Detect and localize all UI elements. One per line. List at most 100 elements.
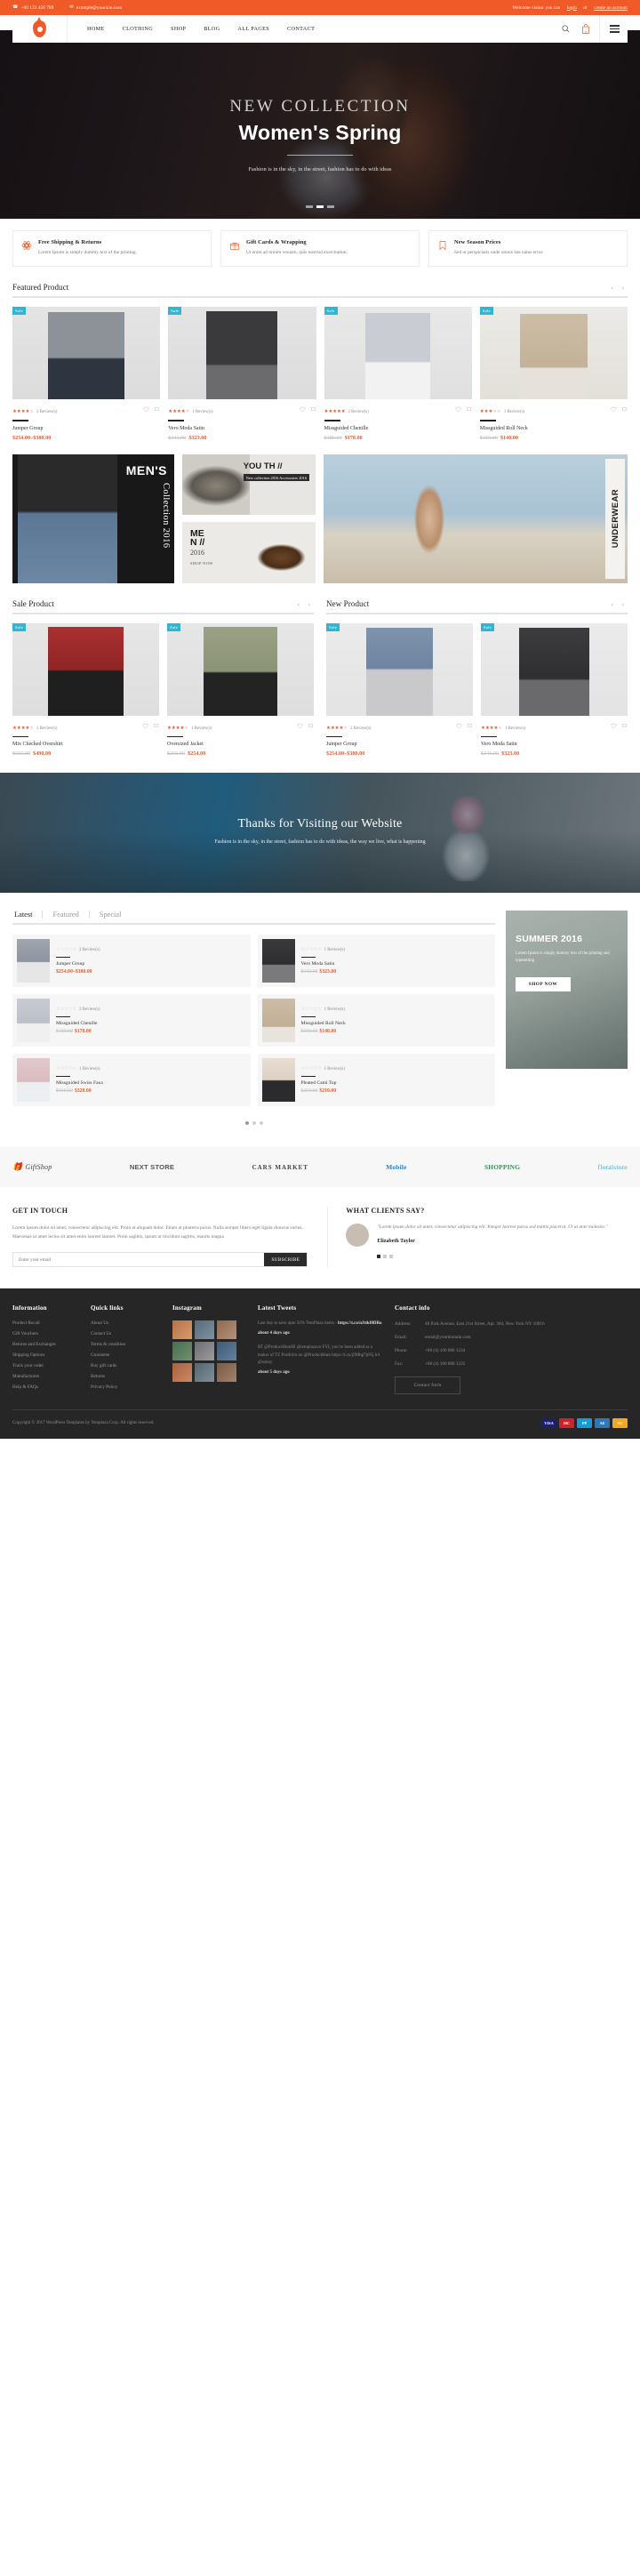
instagram-thumb[interactable] — [172, 1342, 192, 1361]
list-item[interactable]: ☆☆☆☆☆ 1 Review(s) Pleated Cami Top $250.0… — [257, 1054, 495, 1107]
footer-link[interactable]: Manufacturers — [12, 1374, 78, 1379]
list-item-name[interactable]: Pleated Cami Top — [301, 1080, 492, 1086]
promo-underwear-banner[interactable]: UNDERWEAR — [324, 453, 628, 583]
nav-item-all-pages[interactable]: ALL PAGES — [238, 26, 270, 32]
tab-latest[interactable]: Latest — [12, 911, 44, 919]
tweet-link[interactable]: https://t.co/nJttkf0DRo — [338, 1321, 382, 1326]
product-name[interactable]: Missguided Chenille — [324, 426, 472, 431]
product-name[interactable]: Oversized Jacket — [167, 742, 314, 747]
product-name[interactable]: Missguided Roll Neck — [480, 426, 628, 431]
instagram-thumb[interactable] — [195, 1320, 214, 1340]
wishlist-heart-icon[interactable] — [611, 721, 617, 732]
footer-link[interactable]: Returns and Exchanges — [12, 1342, 78, 1347]
add-to-cart-icon[interactable] — [466, 405, 472, 415]
nav-item-blog[interactable]: BLOG — [204, 26, 220, 32]
footer-link[interactable]: Product Recall — [12, 1320, 78, 1326]
product-card[interactable]: Sale ★★★★★ 1 Review(s) Oversized Jacket $… — [167, 622, 314, 757]
product-image[interactable]: Sale — [479, 306, 628, 399]
list-item[interactable]: ☆☆☆☆☆ 1 Review(s) Missguided Roll Neck $1… — [257, 994, 495, 1047]
hero-dot-3[interactable] — [327, 205, 334, 208]
list-item[interactable]: ☆☆☆☆☆ 2 Review(s) Missguided Chenille $18… — [12, 994, 251, 1047]
list-item-image[interactable] — [261, 939, 295, 983]
list-item-image[interactable] — [261, 1058, 295, 1103]
footer-link[interactable]: Track your order — [12, 1363, 78, 1368]
brand-logo-shopping[interactable]: SHOPPING — [484, 1163, 520, 1171]
footer-link[interactable]: Buy gift cards — [91, 1363, 160, 1368]
promo-men-2016-banner[interactable]: ME N // 2016 SHOP NOW — [182, 521, 316, 583]
brand-logo-giftshop[interactable]: 🎁 GiftShop — [12, 1162, 52, 1172]
product-name[interactable]: Mix Checked Overshirt — [12, 742, 159, 747]
list-item-image[interactable] — [17, 999, 50, 1043]
product-card[interactable]: Sale ★★★★★ 2 Review(s) Jumper Group $254.… — [12, 306, 161, 441]
wishlist-heart-icon[interactable] — [456, 721, 462, 732]
list-item-name[interactable]: Missguided Roll Neck — [301, 1021, 492, 1026]
list-item[interactable]: ☆☆☆☆☆ 1 Review(s) Vero Moda Satin $343.00… — [257, 935, 495, 988]
wishlist-heart-icon[interactable] — [611, 405, 617, 415]
side-banner-shop-now-button[interactable]: SHOP NOW — [516, 977, 571, 992]
list-item-image[interactable] — [17, 939, 50, 983]
product-image[interactable]: Sale — [168, 306, 316, 399]
testimonial-dot-2[interactable] — [383, 1254, 388, 1258]
add-to-cart-icon[interactable] — [621, 721, 628, 732]
list-item[interactable]: ☆☆☆☆☆ 2 Review(s) Jumper Group $254.00–$3… — [12, 935, 251, 988]
subscribe-button[interactable]: SUBSCRIBE — [264, 1253, 308, 1267]
list-item-name[interactable]: Missguided Chenille — [56, 1021, 246, 1026]
hero-dot-2[interactable] — [316, 205, 324, 208]
footer-link[interactable]: Shipping Options — [12, 1352, 78, 1358]
shopping-bag-icon[interactable]: 0 — [581, 24, 590, 35]
instagram-thumb[interactable] — [217, 1363, 236, 1383]
list-item-image[interactable] — [261, 999, 295, 1043]
nav-item-home[interactable]: HOME — [87, 26, 105, 32]
brand-logo-nextstore[interactable]: NEXT STORE — [130, 1163, 174, 1171]
nav-item-clothing[interactable]: CLOTHING — [123, 26, 153, 32]
product-card[interactable]: Sale ★★★★★ 1 Review(s) Mix Checked Oversh… — [12, 622, 159, 757]
site-logo[interactable] — [12, 15, 68, 43]
create-account-link[interactable]: create an account — [594, 5, 628, 11]
email-input[interactable] — [13, 1253, 265, 1267]
instagram-thumb[interactable] — [217, 1320, 236, 1340]
product-image[interactable]: Sale — [167, 622, 314, 716]
product-image[interactable]: Sale — [326, 622, 473, 716]
product-name[interactable]: Jumper Group — [12, 426, 160, 431]
promo-youth-banner[interactable]: YOU TH // New collection 2016 Accessorie… — [182, 453, 316, 515]
instagram-thumb[interactable] — [172, 1320, 192, 1340]
testimonial-dot-1[interactable] — [377, 1254, 381, 1258]
footer-link[interactable]: Contact Us — [91, 1331, 160, 1336]
new-carousel-arrows[interactable]: ‹ › — [612, 601, 628, 608]
footer-link[interactable]: About Us — [91, 1320, 160, 1326]
add-to-cart-icon[interactable] — [310, 405, 316, 415]
footer-link[interactable]: Privacy Policy — [91, 1384, 160, 1390]
footer-link[interactable]: Gift Vouchers — [12, 1331, 78, 1336]
sale-carousel-arrows[interactable]: ‹ › — [298, 601, 314, 608]
footer-link[interactable]: Help & FAQs — [12, 1384, 78, 1390]
wishlist-heart-icon[interactable] — [455, 405, 461, 415]
pagination-dot-1[interactable] — [244, 1121, 249, 1126]
product-image[interactable]: Sale — [12, 622, 159, 716]
product-image[interactable]: Sale — [324, 306, 472, 399]
list-item-name[interactable]: Jumper Group — [56, 961, 246, 967]
add-to-cart-icon[interactable] — [621, 405, 628, 415]
pagination-dot-3[interactable] — [259, 1121, 263, 1126]
product-card[interactable]: Sale ★★★★★ 1 Review(s) Vero Moda Satin $3… — [168, 306, 316, 441]
featured-carousel-arrows[interactable]: ‹ › — [612, 285, 628, 292]
wishlist-heart-icon[interactable] — [299, 405, 306, 415]
product-image[interactable]: Sale — [481, 622, 628, 716]
hamburger-menu-icon[interactable] — [599, 15, 628, 43]
promo-men-cta[interactable]: SHOP NOW — [190, 561, 213, 566]
brand-logo-mobile[interactable]: Mobile — [386, 1163, 406, 1171]
contact-form-button[interactable]: Contact form — [395, 1376, 460, 1395]
nav-item-shop[interactable]: SHOP — [171, 26, 186, 32]
tab-pagination-dots[interactable] — [12, 1117, 495, 1128]
product-card[interactable]: Sale ★★★★★ 2 Review(s) Jumper Group $254.… — [326, 622, 473, 757]
search-icon[interactable] — [562, 25, 570, 33]
nav-item-contact[interactable]: CONTACT — [287, 26, 315, 32]
pagination-dot-2[interactable] — [252, 1121, 256, 1126]
brand-logo-floralstore[interactable]: floralstore — [598, 1163, 628, 1171]
tab-featured[interactable]: Featured — [43, 911, 90, 919]
product-name[interactable]: Jumper Group — [326, 742, 473, 747]
list-item-name[interactable]: Vero Moda Satin — [301, 961, 492, 967]
promo-mens-collection[interactable]: MEN'S Collection 2016 — [12, 453, 174, 583]
product-image[interactable]: Sale — [12, 306, 161, 399]
add-to-cart-icon[interactable] — [308, 721, 314, 732]
product-card[interactable]: Sale ★★★★★ 2 Review(s) Missguided Chenill… — [324, 306, 472, 441]
